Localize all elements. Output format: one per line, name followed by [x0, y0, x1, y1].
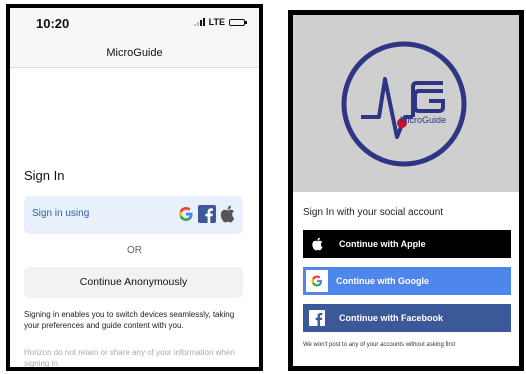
apple-button-label: Continue with Apple	[339, 239, 426, 249]
nav-title: MicroGuide	[106, 47, 163, 59]
sign-in-title: Sign In	[24, 168, 65, 183]
facebook-button-label: Continue with Facebook	[339, 313, 444, 323]
facebook-icon[interactable]	[198, 205, 216, 223]
info-text: Signing in enables you to switch devices…	[24, 310, 235, 330]
apple-icon[interactable]	[219, 205, 235, 223]
nav-bar: MicroGuide	[10, 44, 259, 68]
signal-icon	[193, 18, 205, 26]
continue-anonymously-button[interactable]: Continue Anonymously	[24, 267, 243, 298]
google-icon[interactable]	[177, 205, 195, 223]
right-screen: MicroGuide Sign In with your social acco…	[293, 15, 519, 366]
continue-with-facebook-button[interactable]: Continue with Facebook	[303, 304, 511, 332]
left-screen: 10:20 LTE MicroGuide Sign In Sign in usi…	[10, 8, 259, 367]
continue-with-google-button[interactable]: Continue with Google	[303, 267, 511, 295]
google-icon	[306, 270, 328, 292]
disclaimer-text: Horizon do not retain or share any of yo…	[24, 348, 235, 367]
sign-in-using-panel: Sign in using	[24, 196, 243, 234]
hero-banner: MicroGuide	[293, 15, 519, 192]
facebook-icon	[303, 304, 331, 332]
footnote: We won't post to any of your accounts wi…	[303, 342, 456, 348]
network-label: LTE	[208, 17, 225, 27]
left-phone-frame: 10:20 LTE MicroGuide Sign In Sign in usi…	[6, 4, 263, 371]
status-bar: 10:20 LTE	[10, 8, 259, 44]
battery-icon	[229, 18, 247, 26]
or-divider: OR	[127, 245, 142, 256]
social-provider-icons	[177, 205, 235, 223]
right-phone-frame: MicroGuide Sign In with your social acco…	[288, 10, 524, 371]
status-indicators: LTE	[193, 17, 247, 27]
continue-with-apple-button[interactable]: Continue with Apple	[303, 230, 511, 258]
logo-text: MicroGuide	[400, 115, 447, 125]
apple-icon	[303, 230, 331, 258]
social-signin-title: Sign In with your social account	[303, 207, 444, 218]
sign-in-using-label: Sign in using	[32, 208, 90, 219]
microguide-logo	[341, 41, 467, 167]
google-button-label: Continue with Google	[336, 276, 429, 286]
status-time: 10:20	[36, 16, 70, 31]
